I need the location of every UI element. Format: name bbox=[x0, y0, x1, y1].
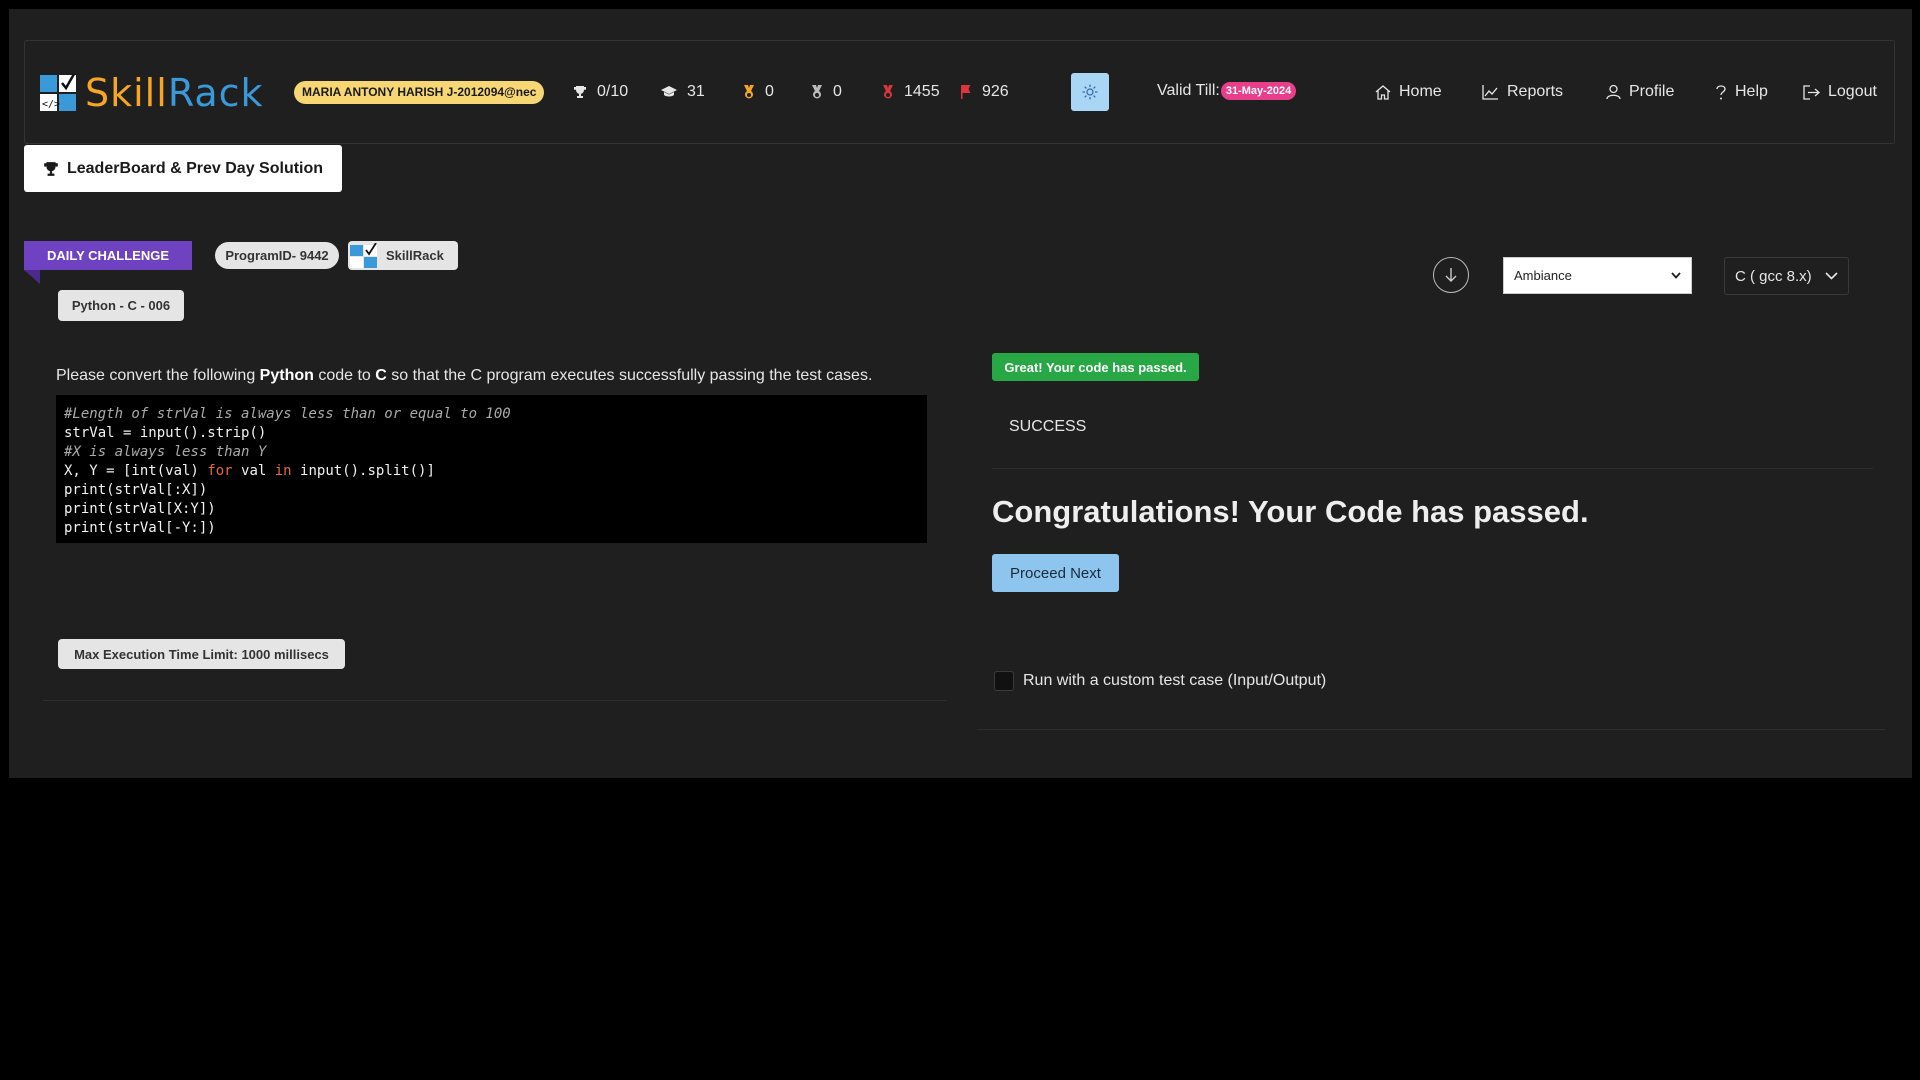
daily-challenge-ribbon: DAILY CHALLENGE bbox=[24, 241, 192, 270]
skillrack-chip: SkillRack bbox=[348, 241, 458, 270]
ribbon-fold bbox=[24, 270, 40, 284]
stat-trophies: 0/10 bbox=[573, 80, 628, 104]
sun-icon bbox=[1082, 84, 1098, 100]
divider bbox=[992, 468, 1873, 469]
stat-gold: 0 bbox=[743, 80, 774, 104]
python-code-block: #Length of strVal is always less than or… bbox=[56, 395, 927, 543]
problem-tag: Python - C - 006 bbox=[58, 290, 184, 321]
logo-text: SkillRack bbox=[85, 71, 264, 115]
time-limit-badge: Max Execution Time Limit: 1000 millisecs bbox=[58, 639, 345, 669]
user-icon bbox=[1606, 84, 1621, 100]
custom-testcase-option[interactable]: Run with a custom test case (Input/Outpu… bbox=[994, 671, 1326, 691]
skillrack-mini-logo-icon bbox=[350, 242, 378, 269]
subscription-validity: Valid Till: 31-May-2024 bbox=[1157, 82, 1297, 100]
divider bbox=[43, 700, 946, 701]
top-navbar: </> SkillRack MARIA ANTONY HARISH J-2012… bbox=[24, 40, 1895, 144]
logout-icon bbox=[1803, 84, 1820, 100]
nav-reports[interactable]: Reports bbox=[1482, 83, 1563, 101]
flag-icon bbox=[961, 85, 971, 99]
chart-icon bbox=[1482, 84, 1498, 100]
trophy-icon bbox=[44, 161, 58, 176]
nav-help[interactable]: Help bbox=[1715, 83, 1768, 101]
silver-medal-icon bbox=[812, 85, 822, 99]
trophy-icon bbox=[574, 86, 586, 98]
problem-description: Please convert the following Python code… bbox=[56, 367, 873, 384]
arrow-down-icon bbox=[1445, 268, 1457, 282]
question-icon bbox=[1716, 85, 1726, 100]
user-badge: MARIA ANTONY HARISH J-2012094@nec bbox=[294, 81, 545, 104]
chevron-down-icon bbox=[1825, 272, 1838, 280]
stat-flags: 926 bbox=[960, 80, 1009, 104]
nav-profile[interactable]: Profile bbox=[1606, 83, 1674, 101]
app-window: </> SkillRack MARIA ANTONY HARISH J-2012… bbox=[9, 9, 1912, 778]
valid-date-badge: 31-May-2024 bbox=[1220, 82, 1297, 100]
proceed-next-button[interactable]: Proceed Next bbox=[992, 554, 1119, 592]
svg-text:</>: </> bbox=[42, 99, 60, 110]
theme-toggle-button[interactable] bbox=[1071, 73, 1109, 111]
stat-silver: 0 bbox=[811, 80, 842, 104]
download-button[interactable] bbox=[1433, 257, 1469, 293]
divider bbox=[977, 729, 1885, 730]
result-status: SUCCESS bbox=[1009, 418, 1087, 435]
stat-red: 1455 bbox=[882, 80, 940, 104]
valid-label: Valid Till: bbox=[1157, 82, 1220, 99]
stat-courses: 31 bbox=[661, 80, 705, 104]
gold-medal-icon bbox=[744, 85, 754, 99]
skillrack-logo[interactable]: </> SkillRack bbox=[40, 71, 264, 115]
leaderboard-button[interactable]: LeaderBoard & Prev Day Solution bbox=[24, 145, 342, 192]
editor-theme-select[interactable]: Ambiance bbox=[1503, 257, 1692, 294]
custom-testcase-label: Run with a custom test case (Input/Outpu… bbox=[1023, 672, 1327, 689]
chevron-down-icon bbox=[1671, 272, 1681, 279]
language-select[interactable]: C ( gcc 8.x) bbox=[1724, 257, 1849, 295]
congrats-heading: Congratulations! Your Code has passed. bbox=[992, 494, 1589, 529]
red-medal-icon bbox=[883, 85, 893, 99]
program-id-badge: ProgramID- 9442 bbox=[215, 242, 339, 269]
home-icon bbox=[1375, 84, 1391, 100]
custom-testcase-checkbox[interactable] bbox=[994, 671, 1014, 691]
pass-status-badge: Great! Your code has passed. bbox=[992, 353, 1199, 381]
graduation-cap-icon bbox=[661, 86, 677, 97]
nav-logout[interactable]: Logout bbox=[1803, 83, 1877, 101]
nav-home[interactable]: Home bbox=[1375, 83, 1442, 101]
logo-mark-icon: </> bbox=[40, 73, 78, 113]
